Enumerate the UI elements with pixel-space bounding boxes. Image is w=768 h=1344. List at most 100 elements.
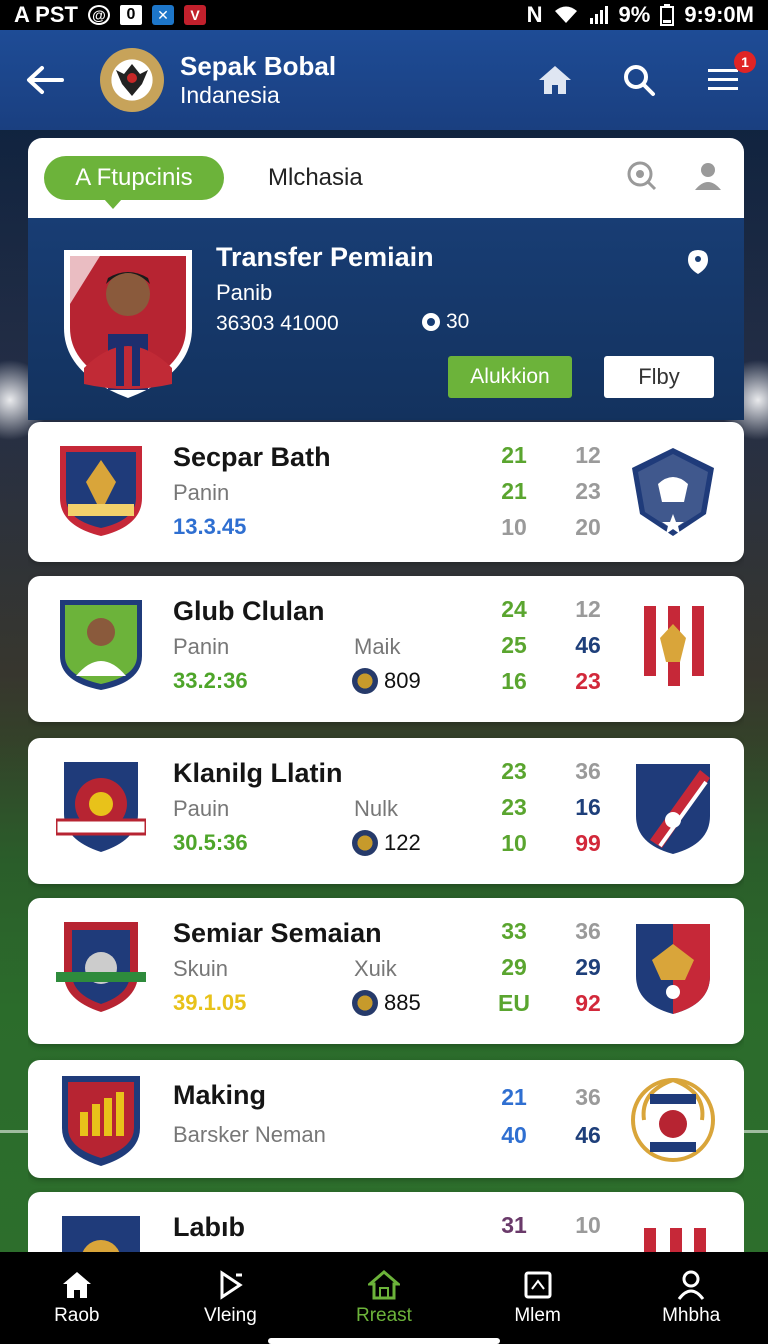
stat-a: 21: [501, 478, 527, 504]
user-icon: [677, 1270, 705, 1300]
nav-label: Vleing: [203, 1305, 257, 1326]
club-position: Pauin: [173, 796, 230, 821]
club-position: Skuin: [173, 956, 229, 981]
stat-a: 23: [501, 758, 527, 784]
location-pin-icon[interactable]: [686, 248, 710, 276]
secondary-action-button[interactable]: Flby: [604, 356, 714, 398]
opponent-crest-icon: [631, 1078, 715, 1162]
club-mid-value: 809: [352, 668, 421, 694]
club-crest-icon: [56, 762, 146, 852]
club-crest-icon: [60, 600, 142, 690]
house-outline-icon: [367, 1270, 400, 1300]
profile-icon[interactable]: [692, 160, 724, 197]
nav-item[interactable]: Vleing: [170, 1269, 290, 1327]
main-panel: A Ftupcinis Mlchasia Transfer Pemiain Pa…: [28, 138, 744, 1258]
club-value: 30.5:36: [173, 830, 248, 855]
app-header: Sepak Bobal Indanesia 1: [0, 30, 768, 130]
club-card[interactable]: Klanilg Llatin Pauin 30.5:36 Nulk 122 23 23 10 3…: [28, 738, 744, 884]
stat-b: 23: [575, 478, 601, 504]
stat-a: 21: [501, 1084, 527, 1110]
player-photo-shield: [64, 250, 192, 398]
club-position: Panin: [173, 634, 230, 659]
stat-b: 10: [575, 1212, 601, 1238]
stat-b: 23: [575, 668, 601, 694]
stat-b: 36: [575, 1084, 601, 1110]
club-card[interactable]: Labıb 31 10: [28, 1192, 744, 1258]
stat-a: 10: [501, 830, 527, 856]
stat-a: 25: [501, 632, 527, 658]
nav-label: Raob: [54, 1305, 100, 1326]
featured-number: 36303 41000: [216, 312, 339, 335]
tab-second[interactable]: Mlchasia: [268, 164, 363, 192]
menu-icon[interactable]: 1: [698, 51, 756, 105]
stat-a: 31: [501, 1212, 527, 1238]
search-circle-icon[interactable]: [626, 160, 658, 197]
club-name: Secpar Bath: [173, 442, 331, 472]
back-arrow-icon[interactable]: [20, 55, 70, 105]
club-mid-value: 122: [352, 830, 421, 856]
battery-icon: [660, 4, 675, 26]
club-name: Labıb: [173, 1212, 245, 1242]
nav-item[interactable]: Mhbha: [631, 1269, 751, 1327]
coin-icon: [352, 830, 378, 856]
club-value: 39.1.05: [173, 990, 247, 1015]
nav-label: Mhbha: [662, 1305, 721, 1326]
frame-icon: [524, 1271, 552, 1299]
stat-a: 23: [501, 794, 527, 820]
featured-transfer[interactable]: Transfer Pemiain Panib 36303 41000 30 Al…: [28, 218, 744, 420]
club-mid-number: 809: [384, 668, 421, 693]
club-value: 13.3.45: [173, 514, 247, 539]
app-icon: ✕: [151, 5, 174, 25]
stat-b: 12: [575, 442, 601, 468]
nfc-icon: N: [526, 2, 543, 27]
opponent-crest-icon: [636, 924, 710, 1014]
tab-bar: A Ftupcinis Mlchasia: [28, 138, 744, 218]
club-name: Glub Clulan: [173, 596, 325, 626]
club-card[interactable]: Making Barsker Neman 21 40 36 46: [28, 1060, 744, 1178]
stat-a: 40: [501, 1122, 527, 1148]
stat-a: 21: [501, 442, 527, 468]
club-card[interactable]: Glub Clulan Panin 33.2:36 Maik 809 24 25 16 12 46…: [28, 576, 744, 722]
coin-icon: [352, 668, 378, 694]
nav-label: Rreast: [356, 1305, 412, 1326]
ball-icon: [422, 313, 440, 331]
stat-a: 29: [501, 954, 527, 980]
nav-item[interactable]: Rreast: [324, 1269, 444, 1327]
stat-b: 12: [575, 596, 601, 622]
club-crest-icon: [60, 446, 142, 536]
featured-badge-count: 30: [446, 310, 470, 333]
featured-title: Transfer Pemiain: [216, 242, 434, 272]
stat-a: 16: [501, 668, 527, 694]
opponent-crest-icon: [638, 602, 708, 692]
notification-box-icon: 0: [119, 5, 142, 25]
club-mid-label: Xuik: [354, 956, 397, 981]
stat-a: 24: [501, 596, 527, 622]
bottom-navigation: Raob Vleing Rreast Mlem Mhbha: [0, 1252, 768, 1344]
club-crest-icon: [62, 1076, 140, 1166]
stat-b: 36: [575, 918, 601, 944]
club-card[interactable]: Secpar Bath Panin 13.3.45 21 21 10 12 23 20: [28, 422, 744, 562]
club-position: Barsker Neman: [173, 1122, 326, 1147]
nav-item[interactable]: Mlem: [478, 1269, 598, 1327]
nav-item[interactable]: Raob: [17, 1269, 137, 1327]
wifi-icon: [554, 6, 577, 23]
home-indicator: [268, 1338, 500, 1344]
at-icon: @: [87, 5, 110, 25]
status-bar: A PST @ 0 ✕ V N 9% 9:9:0M: [0, 0, 768, 30]
app-v-icon: V: [183, 5, 206, 25]
signal-icon: [589, 6, 608, 24]
tab-active[interactable]: A Ftupcinis: [44, 156, 224, 209]
club-name: Making: [173, 1080, 267, 1110]
stat-a: EU: [498, 990, 530, 1016]
carrier-label: A PST: [14, 2, 78, 27]
club-card[interactable]: Semiar Semaian Skuin 39.1.05 Xuik 885 33 29 EU 3…: [28, 898, 744, 1044]
play-icon: [220, 1270, 244, 1300]
search-icon[interactable]: [614, 55, 664, 105]
home-icon[interactable]: [530, 55, 580, 105]
notification-badge: 1: [734, 51, 756, 73]
featured-subtitle: Panib: [216, 280, 273, 305]
primary-action-button[interactable]: Alukkion: [448, 356, 572, 398]
club-position: Panin: [173, 480, 230, 505]
club-mid-label: Nulk: [354, 796, 399, 821]
club-mid-number: 885: [384, 990, 421, 1015]
